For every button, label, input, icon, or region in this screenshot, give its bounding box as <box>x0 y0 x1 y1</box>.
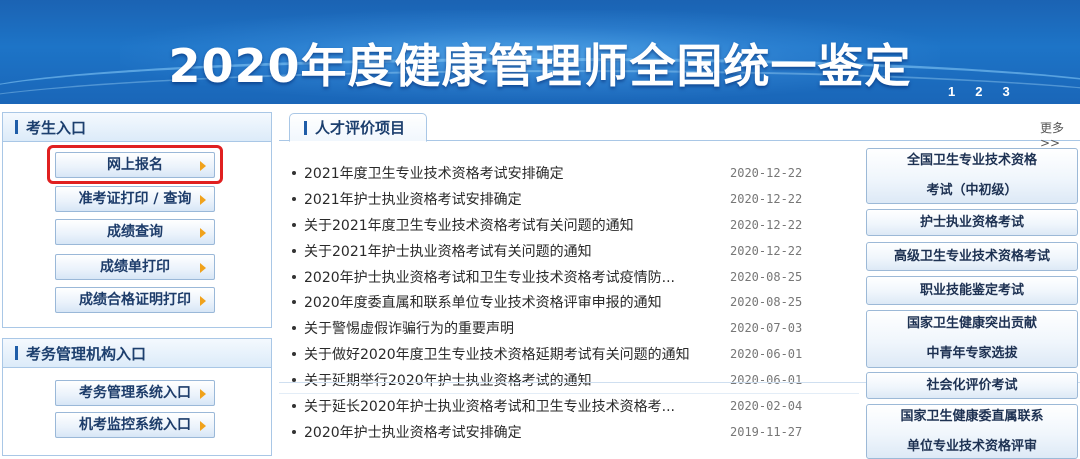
nurse-license-exam-button[interactable]: 护士执业资格考试 <box>866 209 1078 236</box>
bullet-icon <box>292 326 296 331</box>
list-item: 2021年度卫生专业技术资格考试安排确定 2020-12-22 <box>286 160 866 186</box>
button-line: 高级卫生专业技术资格考试 <box>893 248 1050 264</box>
affiliated-unit-review-button[interactable]: 国家卫生健康委直属联系 单位专业技术资格评审 <box>866 404 1078 459</box>
arrow-right-icon <box>200 389 206 399</box>
news-title-link[interactable]: 2020年度委直属和联系单位专业技术资格评审申报的通知 <box>304 292 662 312</box>
news-title-link[interactable]: 2020年护士执业资格考试安排确定 <box>304 422 522 442</box>
news-title-link[interactable]: 2021年度卫生专业技术资格考试安排确定 <box>304 163 564 183</box>
button-line: 全国卫生专业技术资格 <box>906 153 1037 168</box>
score-report-print-label: 成绩单打印 <box>100 259 170 275</box>
news-date: 2020-12-22 <box>730 217 803 232</box>
button-line: 国家卫生健康突出贡献 <box>906 316 1037 331</box>
list-item: 关于延长2020年护士执业资格考试和卫生专业技术资格考... 2020-02-04 <box>286 393 866 419</box>
news-date: 2020-12-22 <box>730 165 803 180</box>
score-query-label: 成绩查询 <box>107 224 163 240</box>
arrow-right-icon <box>200 228 206 238</box>
list-item: 关于做好2020年度卫生专业技术资格延期考试有关问题的通知 2020-06-01 <box>286 341 866 367</box>
slide-1-link[interactable]: 1 <box>948 84 955 99</box>
bullet-icon <box>292 429 296 434</box>
news-date: 2020-02-04 <box>730 398 803 413</box>
news-title-link[interactable]: 关于做好2020年度卫生专业技术资格延期考试有关问题的通知 <box>304 344 690 364</box>
banner: 2020年度健康管理师全国统一鉴定 1 2 3 <box>0 0 1080 104</box>
bullet-icon <box>292 403 296 408</box>
arrow-right-icon <box>200 263 206 273</box>
score-report-print-button[interactable]: 成绩单打印 <box>55 254 215 280</box>
button-line: 职业技能鉴定考试 <box>919 282 1024 298</box>
admin-entry-title: 考务管理机构入口 <box>26 344 147 363</box>
highlight-box <box>47 145 223 184</box>
button-line: 国家卫生健康委直属联系 <box>900 408 1044 424</box>
news-date: 2020-12-22 <box>730 243 803 258</box>
slide-pager: 1 2 3 <box>948 84 1010 99</box>
news-title-link[interactable]: 关于延长2020年护士执业资格考试和卫生专业技术资格考... <box>304 396 675 416</box>
bullet-icon <box>292 196 296 201</box>
bullet-icon <box>292 352 296 357</box>
vocational-skill-exam-button[interactable]: 职业技能鉴定考试 <box>866 276 1078 305</box>
news-date: 2020-08-25 <box>730 295 803 310</box>
news-title-link[interactable]: 2020年护士执业资格考试和卫生专业技术资格考试疫情防... <box>304 267 675 287</box>
news-list: 2021年度卫生专业技术资格考试安排确定 2020-12-22 2021年护士执业… <box>286 160 866 445</box>
social-evaluation-exam-button[interactable]: 社会化评价考试 <box>866 372 1078 399</box>
heading-bar-icon <box>15 120 18 134</box>
bullet-icon <box>292 274 296 279</box>
button-line: 单位专业技术资格评审 <box>906 438 1037 454</box>
more-link[interactable]: 更多>> <box>1040 119 1080 150</box>
news-date: 2020-12-22 <box>730 191 803 206</box>
list-item: 2020年护士执业资格考试和卫生专业技术资格考试疫情防... 2020-08-25 <box>286 264 866 290</box>
exam-admin-system-label: 考务管理系统入口 <box>79 385 191 401</box>
list-item: 2021年护士执业资格考试安排确定 2020-12-22 <box>286 186 866 212</box>
button-line: 社会化评价考试 <box>926 377 1018 393</box>
news-title-link[interactable]: 关于2021年护士执业资格考试有关问题的通知 <box>304 241 592 261</box>
admission-ticket-label: 准考证打印 / 查询 <box>78 191 192 207</box>
bullet-icon <box>292 222 296 227</box>
news-title-link[interactable]: 关于2021年度卫生专业技术资格考试有关问题的通知 <box>304 215 634 235</box>
list-item: 2020年护士执业资格考试安排确定 2019-11-27 <box>286 419 866 445</box>
health-tech-qualification-exam-button[interactable]: 全国卫生专业技术资格 考试（中初级） <box>866 148 1078 204</box>
heading-bar-icon <box>304 120 307 135</box>
banner-title: 2020年度健康管理师全国统一鉴定 <box>168 39 912 93</box>
news-title-link[interactable]: 关于警惕虚假诈骗行为的重要声明 <box>304 318 514 338</box>
bullet-icon <box>292 300 296 305</box>
score-query-button[interactable]: 成绩查询 <box>55 219 215 245</box>
candidate-entry-title: 考生入口 <box>26 118 87 137</box>
exam-monitor-system-label: 机考监控系统入口 <box>79 417 191 433</box>
button-line: 考试（中初级） <box>926 183 1018 198</box>
tab-talent-evaluation[interactable]: 人才评价项目 <box>289 113 427 142</box>
list-item: 2020年度委直属和联系单位专业技术资格评审申报的通知 2020-08-25 <box>286 289 866 315</box>
heading-bar-icon <box>15 346 18 360</box>
exam-monitor-system-button[interactable]: 机考监控系统入口 <box>55 412 215 438</box>
news-date: 2020-07-03 <box>730 321 803 336</box>
exam-admin-system-button[interactable]: 考务管理系统入口 <box>55 380 215 406</box>
button-line: 护士执业资格考试 <box>919 214 1024 230</box>
certificate-print-label: 成绩合格证明打印 <box>79 292 191 308</box>
tab-label: 人才评价项目 <box>315 119 406 137</box>
certificate-print-button[interactable]: 成绩合格证明打印 <box>55 287 215 313</box>
slide-2-link[interactable]: 2 <box>975 84 982 99</box>
news-title-link[interactable]: 关于延期举行2020年护士执业资格考试的通知 <box>304 370 592 390</box>
news-title-link[interactable]: 2021年护士执业资格考试安排确定 <box>304 189 522 209</box>
admin-entry-header: 考务管理机构入口 <box>2 338 272 368</box>
list-item: 关于2021年度卫生专业技术资格考试有关问题的通知 2020-12-22 <box>286 212 866 238</box>
candidate-entry-header: 考生入口 <box>2 112 272 142</box>
arrow-right-icon <box>200 195 206 205</box>
arrow-right-icon <box>200 421 206 431</box>
news-date: 2020-06-01 <box>730 373 803 388</box>
list-item: 关于警惕虚假诈骗行为的重要声明 2020-07-03 <box>286 315 866 341</box>
list-item: 关于2021年护士执业资格考试有关问题的通知 2020-12-22 <box>286 238 866 264</box>
senior-tech-qualification-exam-button[interactable]: 高级卫生专业技术资格考试 <box>866 242 1078 271</box>
news-date: 2019-11-27 <box>730 424 803 439</box>
news-date: 2020-08-25 <box>730 269 803 284</box>
news-date: 2020-06-01 <box>730 347 803 362</box>
admission-ticket-button[interactable]: 准考证打印 / 查询 <box>55 186 215 212</box>
arrow-right-icon <box>200 296 206 306</box>
bullet-icon <box>292 170 296 175</box>
bullet-icon <box>292 248 296 253</box>
divider <box>279 393 859 394</box>
young-expert-selection-button[interactable]: 国家卫生健康突出贡献 中青年专家选拔 <box>866 310 1078 368</box>
slide-3-link[interactable]: 3 <box>1002 84 1009 99</box>
list-item: 关于延期举行2020年护士执业资格考试的通知 2020-06-01 <box>286 367 866 393</box>
button-line: 中青年专家选拔 <box>926 346 1018 361</box>
